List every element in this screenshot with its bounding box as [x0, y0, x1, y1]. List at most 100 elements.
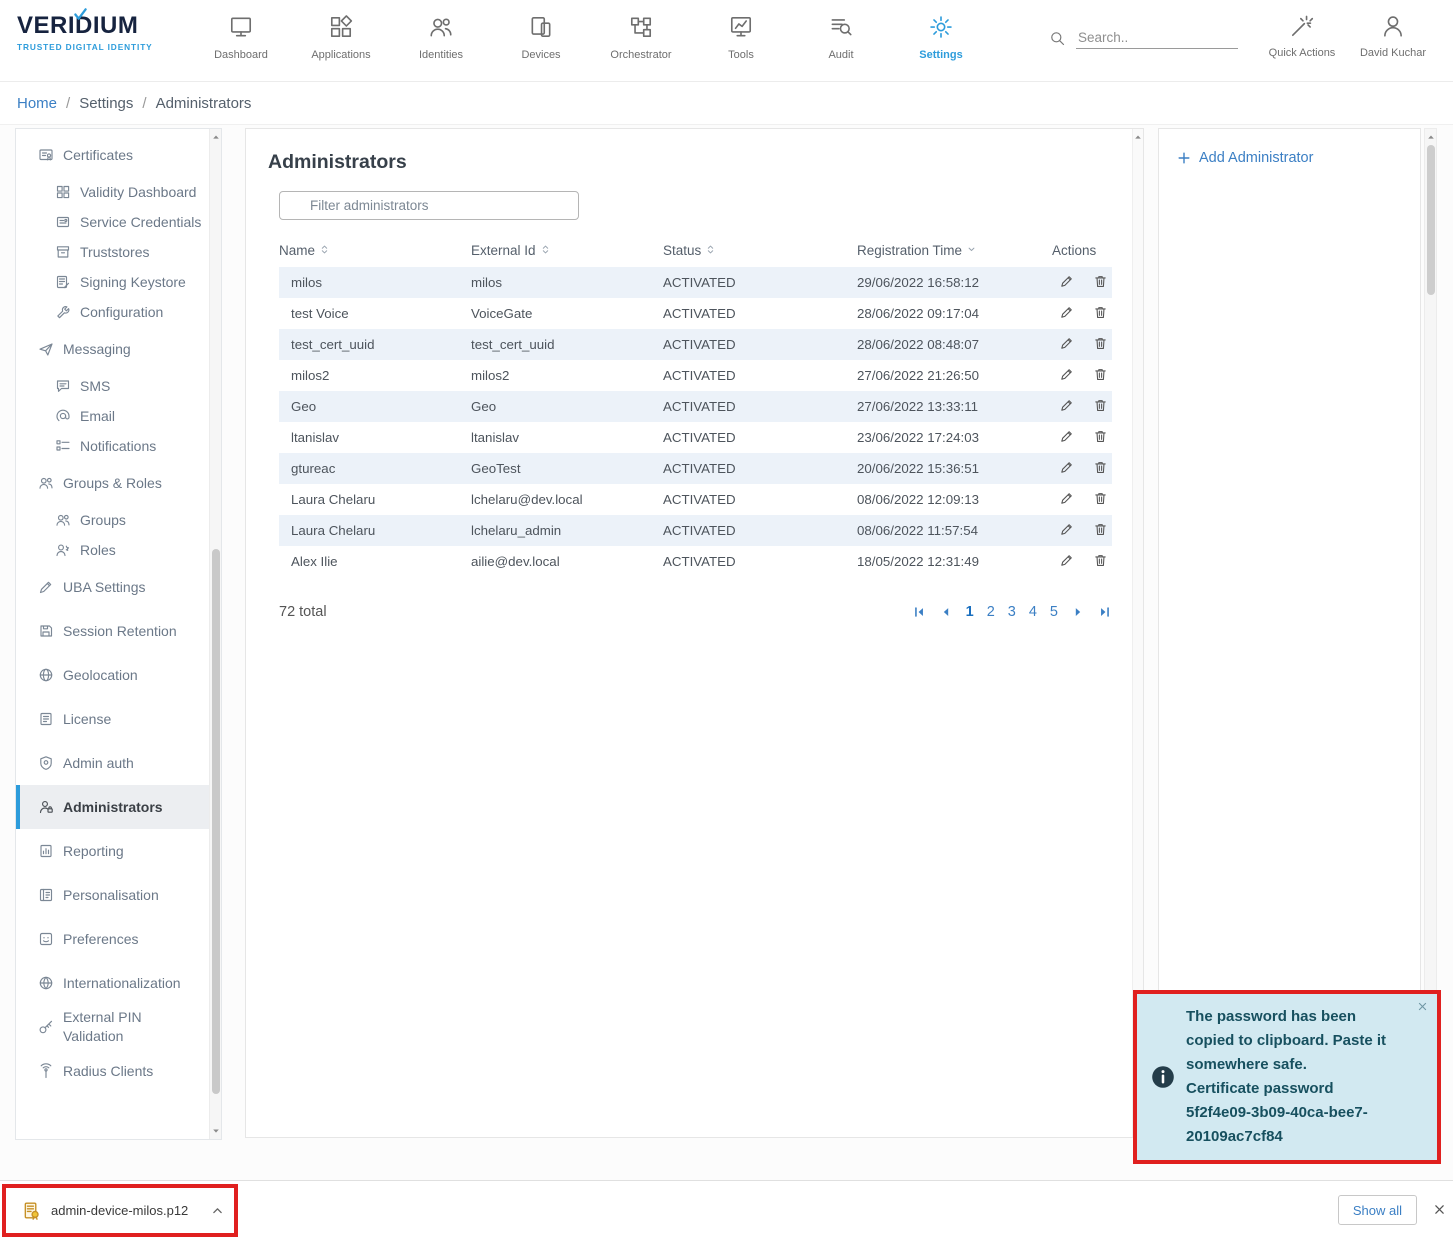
sidebar-item-signing-keystore[interactable]: Signing Keystore	[16, 267, 221, 297]
sidebar-item-email[interactable]: Email	[16, 401, 221, 431]
download-item[interactable]: admin-device-milos.p12	[6, 1188, 234, 1233]
scroll-up-icon[interactable]	[1133, 132, 1143, 142]
quick-actions-button[interactable]: Quick Actions	[1254, 13, 1350, 59]
admin-auth-icon	[38, 755, 54, 771]
scroll-up-icon[interactable]	[1425, 132, 1436, 142]
sidebar-item-reporting[interactable]: Reporting	[16, 829, 221, 873]
sidebar-item-personalisation[interactable]: Personalisation	[16, 873, 221, 917]
sidebar-item-preferences[interactable]: Preferences	[16, 917, 221, 961]
column-header-registration-time[interactable]: Registration Time	[857, 233, 1052, 267]
delete-button[interactable]	[1093, 522, 1108, 537]
cell-registration-time: 28/06/2022 09:17:04	[857, 298, 1052, 329]
sidebar-item-geolocation[interactable]: Geolocation	[16, 653, 221, 697]
user-menu[interactable]: David Kuchar	[1345, 13, 1441, 59]
add-administrator-button[interactable]: Add Administrator	[1177, 150, 1402, 166]
column-header-name[interactable]: Name	[279, 233, 471, 267]
page-3-button[interactable]: 3	[1008, 604, 1016, 620]
sidebar-item-radius-clients[interactable]: Radius Clients	[16, 1049, 221, 1093]
veridium-logo[interactable]: VERIDIUM TRUSTED DIGITAL IDENTITY	[17, 13, 153, 52]
page-4-button[interactable]: 4	[1029, 604, 1037, 620]
sidebar-item-label: Groups	[80, 511, 126, 530]
delete-button[interactable]	[1093, 336, 1108, 351]
toast-close-icon[interactable]	[1417, 1001, 1428, 1012]
sidebar-item-administrators[interactable]: Administrators	[16, 785, 221, 829]
delete-button[interactable]	[1093, 429, 1108, 444]
scroll-up-icon[interactable]	[210, 132, 221, 142]
sidebar-item-uba-settings[interactable]: UBA Settings	[16, 565, 221, 609]
nav-item-devices[interactable]: Devices	[491, 0, 591, 82]
edit-button[interactable]	[1059, 429, 1074, 444]
delete-button[interactable]	[1093, 553, 1108, 568]
breadcrumb-item-settings[interactable]: Settings	[79, 95, 133, 112]
page-2-button[interactable]: 2	[987, 604, 995, 620]
scrollbar-thumb[interactable]	[1427, 145, 1435, 295]
edit-button[interactable]	[1059, 553, 1074, 568]
delete-button[interactable]	[1093, 367, 1108, 382]
cell-actions	[1052, 298, 1112, 329]
page-5-button[interactable]: 5	[1050, 604, 1058, 620]
sidebar-item-admin-auth[interactable]: Admin auth	[16, 741, 221, 785]
sidebar-item-notifications[interactable]: Notifications	[16, 431, 221, 461]
sidebar-item-groups-roles[interactable]: Groups & Roles	[16, 461, 221, 505]
sidebar-item-validity-dashboard[interactable]: Validity Dashboard	[16, 177, 221, 207]
first-page-button[interactable]	[912, 605, 926, 619]
sidebar-item-session-retention[interactable]: Session Retention	[16, 609, 221, 653]
delete-button[interactable]	[1093, 398, 1108, 413]
sidebar-item-internationalization[interactable]: Internationalization	[16, 961, 221, 1005]
edit-button[interactable]	[1059, 460, 1074, 475]
window-scrollbar[interactable]	[1424, 128, 1437, 1136]
delete-button[interactable]	[1093, 460, 1108, 475]
cell-registration-time: 08/06/2022 11:57:54	[857, 515, 1052, 546]
search-input[interactable]	[1076, 27, 1238, 49]
edit-button[interactable]	[1059, 522, 1074, 537]
last-page-button[interactable]	[1098, 605, 1112, 619]
edit-button[interactable]	[1059, 274, 1074, 289]
sidebar-item-roles[interactable]: Roles	[16, 535, 221, 565]
nav-item-identities[interactable]: Identities	[391, 0, 491, 82]
nav-item-dashboard[interactable]: Dashboard	[191, 0, 291, 82]
sidebar-item-external-pin-validation[interactable]: External PIN Validation	[16, 1005, 221, 1049]
prev-page-button[interactable]	[939, 605, 953, 619]
sidebar-item-sms[interactable]: SMS	[16, 371, 221, 401]
scrollbar-thumb[interactable]	[212, 549, 220, 1094]
nav-item-audit[interactable]: Audit	[791, 0, 891, 82]
edit-button[interactable]	[1059, 367, 1074, 382]
sidebar-item-license[interactable]: License	[16, 697, 221, 741]
search-icon[interactable]	[1048, 29, 1067, 48]
edit-button[interactable]	[1059, 491, 1074, 506]
nav-item-settings[interactable]: Settings	[891, 0, 991, 82]
table-row: milos2 milos2 ACTIVATED 27/06/2022 21:26…	[279, 360, 1112, 391]
notifications-icon	[55, 438, 71, 454]
sidebar-item-truststores[interactable]: Truststores	[16, 237, 221, 267]
sidebar-item-certificates[interactable]: Certificates	[16, 133, 221, 177]
sidebar-item-service-credentials[interactable]: Service Credentials	[16, 207, 221, 237]
scroll-down-icon[interactable]	[210, 1126, 221, 1136]
edit-button[interactable]	[1059, 398, 1074, 413]
nav-item-orchestrator[interactable]: Orchestrator	[591, 0, 691, 82]
edit-button[interactable]	[1059, 336, 1074, 351]
column-header-status[interactable]: Status	[663, 233, 857, 267]
plus-icon	[1177, 151, 1191, 165]
table-scrollbar[interactable]	[1132, 129, 1143, 1137]
breadcrumb-item-home[interactable]: Home	[17, 95, 57, 112]
sidebar-item-label: Administrators	[63, 798, 163, 817]
nav-item-tools[interactable]: Tools	[691, 0, 791, 82]
sidebar-item-messaging[interactable]: Messaging	[16, 327, 221, 371]
edit-button[interactable]	[1059, 305, 1074, 320]
page-1-button[interactable]: 1	[966, 604, 974, 620]
sidebar-scrollbar[interactable]	[209, 129, 221, 1139]
show-all-button[interactable]: Show all	[1338, 1195, 1417, 1225]
filter-administrators-input[interactable]	[279, 191, 579, 220]
sidebar-item-groups[interactable]: Groups	[16, 505, 221, 535]
sidebar-item-configuration[interactable]: Configuration	[16, 297, 221, 327]
cell-status: ACTIVATED	[663, 329, 857, 360]
delete-button[interactable]	[1093, 274, 1108, 289]
next-page-button[interactable]	[1071, 605, 1085, 619]
column-header-external-id[interactable]: External Id	[471, 233, 663, 267]
nav-item-applications[interactable]: Applications	[291, 0, 391, 82]
download-bar-close-icon[interactable]	[1433, 1203, 1446, 1216]
chevron-up-icon[interactable]	[211, 1204, 224, 1217]
breadcrumb-separator: /	[142, 95, 146, 112]
delete-button[interactable]	[1093, 305, 1108, 320]
delete-button[interactable]	[1093, 491, 1108, 506]
